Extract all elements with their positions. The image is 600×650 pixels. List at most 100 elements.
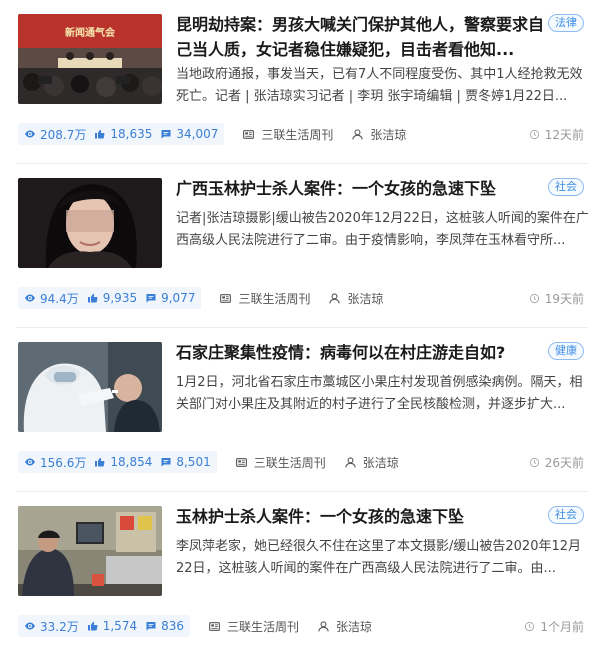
views-count: 33.2万 bbox=[40, 619, 79, 634]
publish-time: 26天前 bbox=[529, 454, 584, 471]
stats-group: 156.6万 18,854 8,501 bbox=[18, 451, 217, 473]
clock-icon bbox=[529, 457, 539, 467]
comments-count: 34,007 bbox=[176, 127, 219, 141]
category-tag[interactable]: 健康 bbox=[548, 342, 584, 360]
time-text: 12天前 bbox=[544, 127, 584, 142]
source-name: 三联生活周刊 bbox=[253, 455, 326, 470]
article-card[interactable]: 广西玉林护士杀人案件：一个女孩的急速下坠 社会 记者|张洁琼摄影|缓山被告202… bbox=[16, 164, 589, 328]
comments-stat[interactable]: 34,007 bbox=[160, 127, 218, 141]
stats-group: 208.7万 18,635 34,007 bbox=[18, 123, 225, 145]
source-name: 三联生活周刊 bbox=[238, 291, 311, 306]
article-card[interactable]: 新闻通气会 昆明劫持案：男孩大喊关门保护其他人，警察要求自己当人质，女记者稳住嫌… bbox=[16, 0, 588, 164]
comments-stat[interactable]: 836 bbox=[145, 619, 184, 633]
stats-group: 94.4万 9,935 9,077 bbox=[18, 287, 202, 309]
likes-stat[interactable]: 1,574 bbox=[87, 619, 137, 633]
thumbs-up-icon bbox=[87, 293, 98, 303]
author-name: 张洁琼 bbox=[370, 127, 407, 142]
category-tag[interactable]: 社会 bbox=[548, 178, 584, 196]
source-name: 三联生活周刊 bbox=[227, 619, 300, 634]
eye-icon bbox=[25, 622, 35, 630]
likes-count: 9,935 bbox=[102, 291, 138, 305]
article-summary: 李凤萍老家，她已经很久不住在这里了本文摄影/缓山被告2020年12月22日，这桩… bbox=[176, 539, 582, 576]
views-count: 208.7万 bbox=[40, 127, 87, 142]
article-thumbnail[interactable] bbox=[18, 178, 162, 268]
likes-stat[interactable]: 18,854 bbox=[94, 455, 152, 469]
comments-stat[interactable]: 8,501 bbox=[160, 455, 211, 469]
article-title[interactable]: 广西玉林护士杀人案件：一个女孩的急速下坠 bbox=[176, 176, 546, 201]
author-name: 张洁琼 bbox=[336, 619, 373, 634]
article-card[interactable]: 石家庄聚集性疫情：病毒何以在村庄游走自如? 健康 1月2日，河北省石家庄市藁城区… bbox=[16, 328, 588, 492]
newspaper-icon bbox=[243, 129, 255, 139]
article-summary: 记者|张洁琼摄影|缓山被告2020年12月22日，这桩骇人听闻的案件在广西高级人… bbox=[176, 211, 589, 248]
views-stat: 94.4万 bbox=[24, 290, 79, 307]
time-text: 19天前 bbox=[544, 291, 584, 306]
user-icon bbox=[318, 620, 329, 631]
time-text: 1个月前 bbox=[540, 619, 584, 634]
article-thumbnail[interactable] bbox=[18, 506, 162, 596]
author-link[interactable]: 张洁琼 bbox=[351, 126, 406, 143]
category-tag[interactable]: 社会 bbox=[548, 506, 584, 524]
article-thumbnail[interactable] bbox=[18, 342, 162, 432]
article-summary: 当地政府通报，事发当天，已有7人不同程度受伤、其中1人经抢救无效死亡。记者 | … bbox=[176, 67, 583, 104]
source-link[interactable]: 三联生活周刊 bbox=[219, 290, 310, 307]
category-tag[interactable]: 法律 bbox=[548, 14, 584, 32]
publish-time: 19天前 bbox=[529, 290, 584, 307]
source-link[interactable]: 三联生活周刊 bbox=[208, 618, 299, 635]
comment-icon bbox=[161, 458, 171, 467]
comments-count: 8,501 bbox=[176, 455, 211, 469]
portrait-image bbox=[18, 178, 162, 268]
banner-text: 新闻通气会 bbox=[65, 26, 115, 39]
source-link[interactable]: 三联生活周刊 bbox=[235, 454, 326, 471]
time-text: 26天前 bbox=[544, 455, 584, 470]
article-title[interactable]: 玉林护士杀人案件：一个女孩的急速下坠 bbox=[176, 504, 546, 529]
author-link[interactable]: 张洁琼 bbox=[328, 290, 383, 307]
publish-time: 1个月前 bbox=[524, 618, 584, 635]
clock-icon bbox=[525, 621, 535, 631]
article-meta: 94.4万 9,935 9,077 三联生活周刊 张洁琼 19天前 bbox=[18, 286, 584, 310]
likes-stat[interactable]: 9,935 bbox=[87, 291, 137, 305]
old-house-interior-image bbox=[18, 506, 162, 596]
user-icon bbox=[345, 456, 356, 467]
thumbs-up-icon bbox=[95, 129, 105, 139]
newspaper-icon bbox=[235, 457, 247, 467]
author-link[interactable]: 张洁琼 bbox=[317, 618, 372, 635]
article-title[interactable]: 昆明劫持案：男孩大喊关门保护其他人，警察要求自己当人质，女记者稳住嫌疑犯，目击者… bbox=[176, 12, 546, 62]
eye-icon bbox=[25, 294, 35, 302]
views-stat: 208.7万 bbox=[24, 126, 86, 143]
user-icon bbox=[329, 292, 341, 303]
article-meta: 156.6万 18,854 8,501 三联生活周刊 张洁琼 26天前 bbox=[18, 450, 584, 474]
thumbs-up-icon bbox=[87, 621, 98, 631]
article-thumbnail[interactable]: 新闻通气会 bbox=[18, 14, 162, 104]
views-stat: 156.6万 bbox=[24, 454, 86, 471]
article-card[interactable]: 玉林护士杀人案件：一个女孩的急速下坠 社会 李凤萍老家，她已经很久不住在这里了本… bbox=[16, 492, 588, 650]
newspaper-icon bbox=[209, 621, 220, 631]
article-meta: 33.2万 1,574 836 三联生活周刊 张洁琼 1个月前 bbox=[18, 614, 584, 638]
comment-icon bbox=[161, 130, 171, 139]
views-stat: 33.2万 bbox=[24, 618, 79, 635]
comments-count: 9,077 bbox=[161, 291, 196, 305]
source-name: 三联生活周刊 bbox=[261, 127, 334, 142]
comments-count: 836 bbox=[161, 619, 184, 633]
views-count: 156.6万 bbox=[40, 455, 87, 470]
article-title[interactable]: 石家庄聚集性疫情：病毒何以在村庄游走自如? bbox=[176, 340, 546, 365]
stats-group: 33.2万 1,574 836 bbox=[18, 615, 190, 637]
eye-icon bbox=[25, 458, 35, 466]
hazmat-testing-image bbox=[18, 342, 162, 432]
author-link[interactable]: 张洁琼 bbox=[344, 454, 399, 471]
author-name: 张洁琼 bbox=[362, 455, 399, 470]
comments-stat[interactable]: 9,077 bbox=[145, 291, 195, 305]
views-count: 94.4万 bbox=[40, 291, 79, 306]
likes-stat[interactable]: 18,635 bbox=[94, 127, 152, 141]
eye-icon bbox=[25, 130, 35, 138]
user-icon bbox=[352, 128, 364, 139]
publish-time: 12天前 bbox=[529, 126, 584, 143]
likes-count: 18,635 bbox=[110, 127, 153, 141]
source-link[interactable]: 三联生活周刊 bbox=[242, 126, 333, 143]
thumbs-up-icon bbox=[95, 457, 105, 467]
likes-count: 18,854 bbox=[110, 455, 153, 469]
article-summary: 1月2日，河北省石家庄市藁城区小果庄村发现首例感染病例。隔天，相关部门对小果庄及… bbox=[176, 375, 583, 412]
author-name: 张洁琼 bbox=[347, 291, 384, 306]
clock-icon bbox=[529, 129, 539, 139]
comment-icon bbox=[146, 294, 156, 303]
article-meta: 208.7万 18,635 34,007 三联生活周刊 张洁琼 12天前 bbox=[18, 122, 584, 146]
